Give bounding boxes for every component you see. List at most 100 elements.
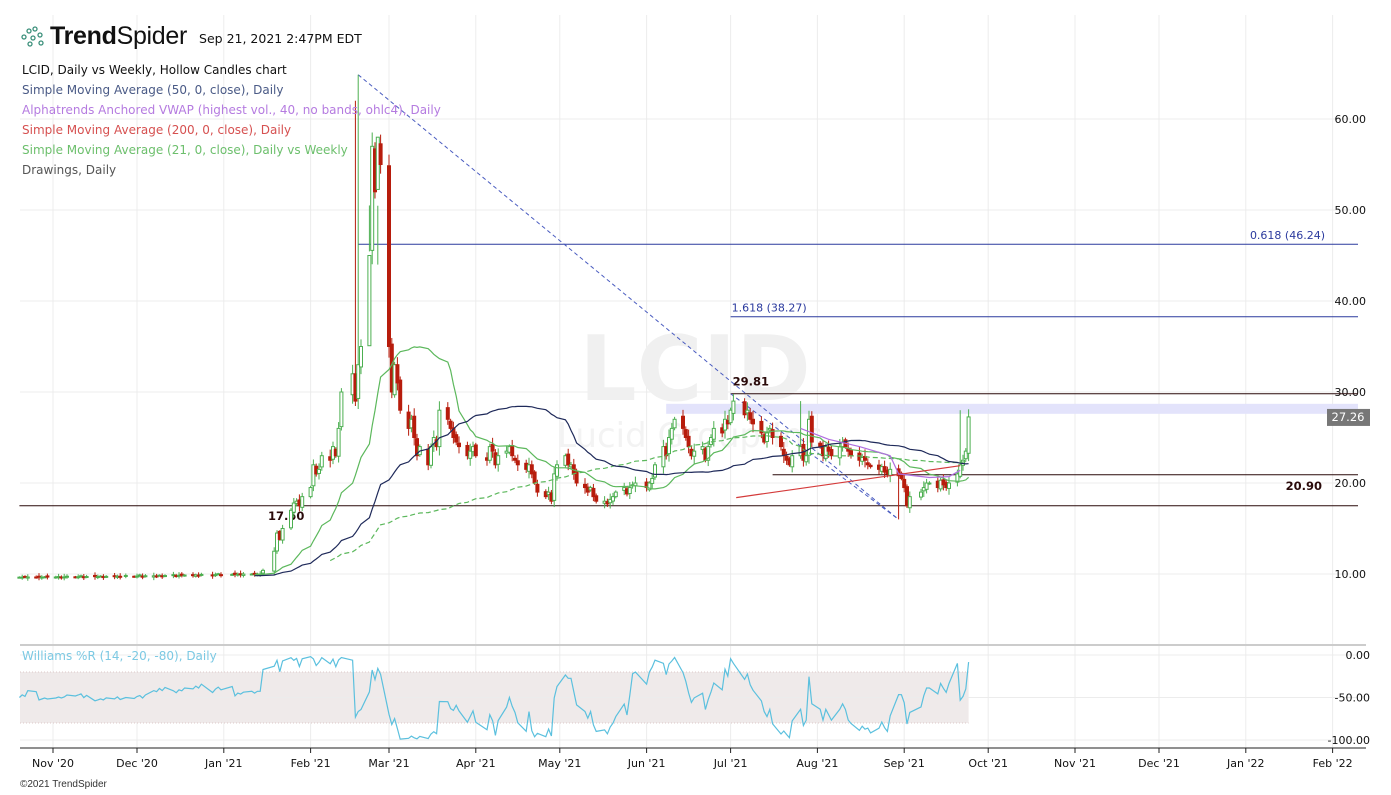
candle-body	[594, 495, 599, 502]
candle-body	[118, 575, 123, 578]
candle-body	[104, 575, 109, 578]
candle-body	[317, 468, 321, 474]
candle-body	[219, 574, 223, 577]
price-tick-label: 40.00	[1335, 295, 1367, 308]
candle-body	[445, 407, 450, 420]
brand-light: Spider	[116, 22, 188, 50]
candle-body	[261, 569, 265, 574]
candle-body	[829, 449, 834, 457]
candle-body	[163, 575, 167, 578]
candle-body	[927, 482, 932, 485]
candle-body	[627, 487, 632, 494]
fib-label: 1.618 (38.27)	[732, 302, 807, 315]
date-tick-label: Dec '20	[116, 757, 158, 770]
candle-body	[490, 443, 495, 452]
candle-body	[961, 459, 965, 466]
price-tick-label: 10.00	[1335, 568, 1367, 581]
candle-body	[535, 483, 540, 493]
candle-body	[241, 573, 246, 576]
candle-body	[809, 415, 814, 443]
williams-label: Williams %R (14, -20, -80), Daily	[22, 649, 217, 663]
candle-body	[966, 416, 971, 454]
williams-tick-label: 0.00	[1346, 649, 1371, 662]
spider-logo-icon	[21, 25, 44, 47]
candle-body	[667, 437, 671, 455]
candle-body	[429, 446, 433, 466]
legend-drawings[interactable]: Drawings, Daily	[22, 160, 441, 180]
candle-body	[437, 409, 442, 448]
candle-body	[751, 418, 755, 425]
candle-body	[865, 462, 870, 466]
brand-bold: Trend	[50, 22, 117, 50]
candle-body	[711, 427, 716, 440]
candle-body	[199, 573, 204, 576]
candle-body	[669, 427, 674, 440]
candle-body	[510, 445, 515, 457]
candle-body	[650, 477, 655, 484]
watermark-name: Lucid Group Inc.	[557, 416, 833, 456]
date-tick-label: Jul '21	[713, 757, 748, 770]
candle-body	[672, 418, 677, 429]
candle-body	[653, 464, 657, 478]
candle-body	[289, 509, 293, 529]
level-label: 20.90	[1286, 479, 1322, 493]
candle-body	[359, 346, 363, 368]
candle-body	[837, 446, 842, 459]
candle-body	[291, 502, 296, 513]
candle-body	[367, 255, 372, 347]
legend-sma50[interactable]: Simple Moving Average (50, 0, close), Da…	[22, 80, 441, 100]
date-tick-label: Jan '22	[1226, 757, 1264, 770]
fib-label: 0.618 (46.24)	[1250, 229, 1325, 242]
candle-body	[25, 576, 30, 579]
date-tick-label: Jan '21	[204, 757, 242, 770]
candle-body	[182, 574, 187, 577]
candle-body	[849, 450, 853, 457]
candle-body	[308, 487, 313, 498]
candle-body	[280, 528, 285, 541]
candle-body	[566, 453, 571, 466]
timestamp: Sep 21, 2021 2:47PM EDT	[199, 30, 362, 46]
candle-body	[888, 468, 893, 476]
candle-body	[552, 473, 557, 501]
date-tick-label: Mar '21	[368, 757, 409, 770]
candle-body	[387, 165, 391, 347]
indicator-legend: LCID, Daily vs Weekly, Hollow Candles ch…	[22, 60, 441, 180]
candle-body	[515, 460, 520, 466]
candle-body	[686, 435, 691, 448]
candle-body	[513, 457, 517, 461]
candle-body	[907, 496, 912, 509]
copyright: ©2021 TrendSpider	[20, 779, 107, 790]
candle-body	[681, 415, 685, 429]
legend-sma200[interactable]: Simple Moving Average (200, 0, close), D…	[22, 120, 441, 140]
candle-body	[868, 464, 873, 468]
williams-tick-label: -100.00	[1328, 734, 1370, 747]
last-price-label: 27.26	[1332, 410, 1365, 424]
candle-body	[412, 415, 417, 439]
legend-vwap[interactable]: Alphatrends Anchored VWAP (highest vol.,…	[22, 100, 441, 120]
candle-body	[496, 455, 501, 465]
date-tick-label: Jun '21	[627, 757, 666, 770]
price-tick-label: 60.00	[1335, 113, 1367, 126]
trendspider-logo: TrendSpider	[20, 22, 187, 51]
candle-body	[336, 427, 341, 457]
candle-body	[947, 482, 951, 489]
date-tick-label: Aug '21	[796, 757, 838, 770]
candle-body	[398, 379, 403, 411]
candle-body	[468, 450, 473, 459]
date-tick-label: Nov '21	[1054, 757, 1096, 770]
date-tick-label: Dec '21	[1138, 757, 1180, 770]
candle-body	[457, 442, 461, 448]
legend-sma21[interactable]: Simple Moving Average (21, 0, close), Da…	[22, 140, 441, 160]
candle-body	[765, 432, 769, 442]
date-tick-label: Feb '21	[291, 757, 331, 770]
chart-title: LCID, Daily vs Weekly, Hollow Candles ch…	[22, 63, 287, 77]
candle-body	[84, 576, 89, 579]
candle-body	[339, 391, 344, 428]
candle-body	[272, 550, 277, 572]
candle-body	[356, 364, 361, 399]
candle-body	[143, 575, 148, 578]
candle-body	[454, 434, 459, 443]
price-tick-label: 50.00	[1335, 204, 1367, 217]
price-tick-label: 30.00	[1335, 386, 1367, 399]
candle-body	[611, 496, 615, 502]
